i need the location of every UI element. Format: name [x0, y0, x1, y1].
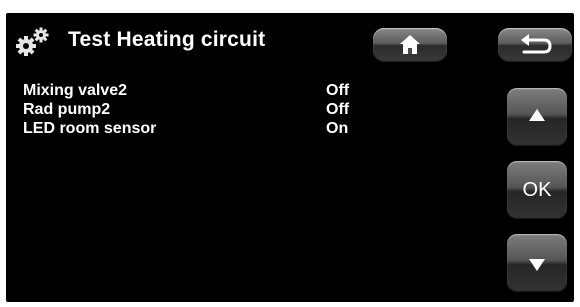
scroll-up-button[interactable]: [507, 88, 567, 146]
item-value: On: [326, 120, 349, 137]
home-icon: [400, 35, 420, 54]
gears-icon: [16, 27, 49, 56]
display-screen: Test Heating circuit Mixing valve2 Off R…: [6, 13, 574, 302]
ok-button[interactable]: OK: [507, 161, 567, 219]
header-bar: Test Heating circuit: [6, 13, 574, 69]
arrow-up-icon: [529, 109, 545, 121]
item-value: Off: [326, 101, 350, 118]
item-label: Rad pump2: [23, 101, 111, 118]
item-label: Mixing valve2: [23, 82, 128, 99]
ok-button-label: OK: [522, 179, 552, 201]
list-item[interactable]: Rad pump2 Off: [23, 101, 353, 120]
item-value: Off: [326, 82, 350, 99]
item-label: LED room sensor: [23, 120, 157, 137]
back-button[interactable]: [498, 28, 572, 62]
scroll-down-button[interactable]: [507, 234, 567, 292]
return-arrow-icon: [521, 34, 552, 54]
page-title: Test Heating circuit: [68, 28, 266, 51]
list-item[interactable]: LED room sensor On: [23, 120, 353, 139]
test-list: Mixing valve2 Off Rad pump2 Off LED room…: [23, 82, 353, 139]
list-item[interactable]: Mixing valve2 Off: [23, 82, 353, 101]
home-button[interactable]: [373, 28, 447, 62]
arrow-down-icon: [529, 259, 545, 271]
